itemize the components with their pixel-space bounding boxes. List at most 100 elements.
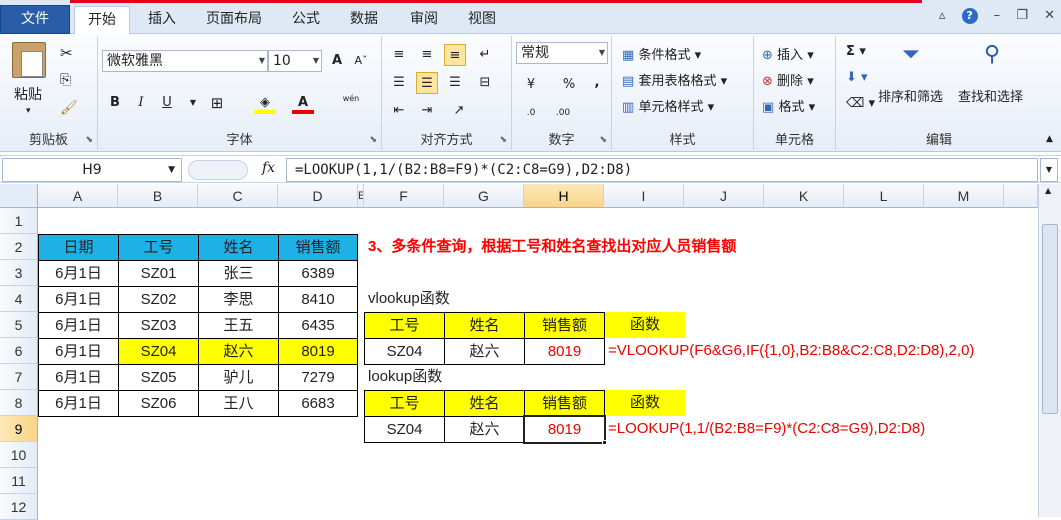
align-top-icon[interactable]: ≡ xyxy=(388,44,410,66)
conditional-format-button[interactable]: ▦ 条件格式 ▾ xyxy=(622,44,701,63)
table-cell[interactable]: 6月1日 xyxy=(38,338,119,365)
row-header-8[interactable]: 8 xyxy=(0,390,38,416)
vlookup-value-cell[interactable]: 赵六 xyxy=(444,338,525,365)
col-header-K[interactable]: K xyxy=(764,184,844,208)
table-cell[interactable]: 李思 xyxy=(198,286,279,313)
table-cell[interactable]: 7279 xyxy=(278,364,358,391)
lookup-value-cell[interactable]: SZ04 xyxy=(364,416,445,443)
paste-button[interactable]: 粘贴 xyxy=(14,84,42,104)
table-cell-highlighted[interactable]: 赵六 xyxy=(198,338,279,365)
insert-cells-button[interactable]: ⊕ 插入 ▾ xyxy=(762,44,814,63)
row-header-7[interactable]: 7 xyxy=(0,364,38,390)
table-cell-highlighted[interactable]: SZ04 xyxy=(118,338,199,365)
col-header-H[interactable]: H xyxy=(524,184,604,208)
align-right-icon[interactable]: ☰ xyxy=(444,72,466,94)
spreadsheet-grid[interactable]: A B C D E F G H I J K L M 1 2 3 4 5 6 7 … xyxy=(0,184,1061,520)
table-cell[interactable]: 王五 xyxy=(198,312,279,339)
paste-dropdown-icon[interactable]: ▾ xyxy=(26,106,31,116)
vlookup-result-cell[interactable]: 8019 xyxy=(524,338,605,365)
minimize-ribbon-icon[interactable]: ▵ xyxy=(939,8,946,23)
table-cell[interactable]: 6月1日 xyxy=(38,312,119,339)
comma-button[interactable]: , xyxy=(586,72,608,94)
dialog-launcher-icon[interactable]: ⬊ xyxy=(85,135,93,145)
phonetic-guide-icon[interactable]: wén xyxy=(336,88,366,110)
paste-icon[interactable] xyxy=(12,42,46,78)
dialog-launcher-icon[interactable]: ⬊ xyxy=(599,135,607,145)
shrink-font-button[interactable]: Aˇ xyxy=(350,50,372,72)
col-header-F[interactable]: F xyxy=(364,184,444,208)
align-middle-icon[interactable]: ≡ xyxy=(416,44,438,66)
table-header-cell[interactable]: 销售额 xyxy=(278,234,358,261)
formula-input[interactable]: =LOOKUP(1,1/(B2:B8=F9)*(C2:C8=G9),D2:D8) xyxy=(286,158,1038,182)
percent-button[interactable]: % xyxy=(558,74,580,96)
lookup-value-cell[interactable]: 赵六 xyxy=(444,416,525,443)
align-center-icon[interactable]: ☰ xyxy=(416,72,438,94)
table-cell[interactable]: SZ02 xyxy=(118,286,199,313)
underline-button[interactable]: U xyxy=(156,92,178,114)
minimize-icon[interactable]: – xyxy=(994,8,1001,23)
delete-cells-button[interactable]: ⊗ 删除 ▾ xyxy=(762,70,814,89)
row-header-2[interactable]: 2 xyxy=(0,234,38,260)
lookup-header-cell[interactable]: 函数 xyxy=(605,390,685,416)
dialog-launcher-icon[interactable]: ⬊ xyxy=(499,135,507,145)
font-color-button[interactable]: A xyxy=(292,92,314,114)
fill-color-icon[interactable]: ◈ xyxy=(254,92,276,114)
increase-indent-icon[interactable]: ⇥ xyxy=(416,100,438,122)
tab-page-layout[interactable]: 页面布局 xyxy=(200,6,268,34)
table-cell[interactable]: 6月1日 xyxy=(38,286,119,313)
col-header-M[interactable]: M xyxy=(924,184,1004,208)
row-header-1[interactable]: 1 xyxy=(0,208,38,234)
table-cell[interactable]: 6389 xyxy=(278,260,358,287)
scrollbar-thumb[interactable] xyxy=(1042,224,1058,414)
col-header-J[interactable]: J xyxy=(684,184,764,208)
col-header-C[interactable]: C xyxy=(198,184,278,208)
help-icon[interactable]: ? xyxy=(961,8,978,24)
lookup-header-cell[interactable]: 工号 xyxy=(364,390,445,417)
binoculars-icon[interactable]: ⚲ xyxy=(984,42,1000,67)
tab-review[interactable]: 审阅 xyxy=(404,6,444,34)
clear-icon[interactable]: ⌫ ▾ xyxy=(846,96,875,111)
table-header-cell[interactable]: 日期 xyxy=(38,234,119,261)
name-box[interactable]: H9 ▼ xyxy=(2,158,182,182)
lookup-caption[interactable]: lookup函数 xyxy=(368,364,442,390)
chevron-down-icon[interactable]: ▼ xyxy=(182,92,204,114)
merge-center-icon[interactable]: ⊟ xyxy=(474,72,496,94)
col-header-I[interactable]: I xyxy=(604,184,684,208)
col-header-D[interactable]: D xyxy=(278,184,358,208)
table-cell[interactable]: SZ01 xyxy=(118,260,199,287)
table-cell[interactable]: 8410 xyxy=(278,286,358,313)
table-cell[interactable]: 王八 xyxy=(198,390,279,417)
table-cell[interactable]: 6月1日 xyxy=(38,364,119,391)
align-left-icon[interactable]: ☰ xyxy=(388,72,410,94)
row-header-12[interactable]: 12 xyxy=(0,494,38,520)
vlookup-header-cell[interactable]: 姓名 xyxy=(444,312,525,339)
table-cell[interactable]: SZ03 xyxy=(118,312,199,339)
table-cell[interactable]: 6683 xyxy=(278,390,358,417)
expand-formula-icon[interactable]: ▼ xyxy=(1040,158,1058,182)
bold-button[interactable]: B xyxy=(104,92,126,114)
find-select-button[interactable]: 查找和选择 xyxy=(958,86,1023,105)
orientation-icon[interactable]: ↗ xyxy=(448,100,470,122)
decrease-decimal-icon[interactable]: .00 xyxy=(552,102,574,124)
select-all-corner[interactable] xyxy=(0,184,38,208)
vlookup-caption[interactable]: vlookup函数 xyxy=(368,286,450,312)
grow-font-button[interactable]: A xyxy=(326,50,348,72)
row-header-3[interactable]: 3 xyxy=(0,260,38,286)
tab-view[interactable]: 视图 xyxy=(462,6,502,34)
row-header-5[interactable]: 5 xyxy=(0,312,38,338)
italic-button[interactable]: I xyxy=(130,92,152,114)
row-header-9[interactable]: 9 xyxy=(0,416,38,442)
format-painter-icon[interactable]: 🖌 xyxy=(60,100,78,116)
dialog-launcher-icon[interactable]: ⬊ xyxy=(369,135,377,145)
vlookup-header-cell[interactable]: 函数 xyxy=(605,312,685,338)
row-header-6[interactable]: 6 xyxy=(0,338,38,364)
cell-styles-button[interactable]: ▥ 单元格样式 ▾ xyxy=(622,96,714,115)
currency-icon[interactable]: ¥ xyxy=(520,74,542,96)
row-header-11[interactable]: 11 xyxy=(0,468,38,494)
table-cell[interactable]: 6435 xyxy=(278,312,358,339)
font-size-select[interactable]: 10 ▼ xyxy=(268,50,322,72)
active-cell-selection[interactable] xyxy=(523,415,606,444)
tab-file[interactable]: 文件 xyxy=(0,5,70,34)
vlookup-formula-text[interactable]: =VLOOKUP(F6&G6,IF({1,0},B2:B8&C2:C8,D2:D… xyxy=(608,338,974,364)
lookup-formula-text[interactable]: =LOOKUP(1,1/(B2:B8=F9)*(C2:C8=G9),D2:D8) xyxy=(608,416,925,442)
